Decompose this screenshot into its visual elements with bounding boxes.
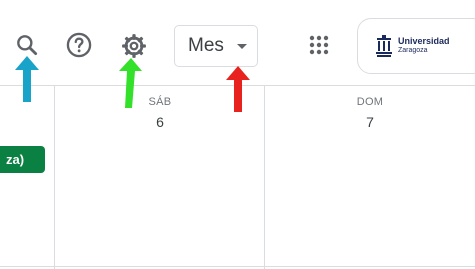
day-column-header[interactable]: DOM 7 [265, 96, 475, 130]
view-switcher-dropdown[interactable]: Mes [174, 25, 258, 67]
brand-subname: Zaragoza [398, 47, 428, 54]
gear-icon [122, 34, 146, 58]
day-number[interactable]: 6 [55, 114, 265, 130]
apps-grid-icon [309, 35, 329, 55]
annotation-arrow-green [119, 58, 142, 108]
google-apps-button[interactable] [304, 30, 334, 60]
calendar-event-chip[interactable]: za) [0, 146, 45, 173]
event-label: za) [6, 152, 25, 167]
brand-name: Universidad [398, 36, 450, 46]
row-divider [0, 266, 475, 267]
university-logo-icon [376, 35, 392, 57]
day-number[interactable]: 7 [265, 114, 475, 130]
view-switcher-label: Mes [188, 35, 224, 56]
chevron-down-icon [237, 44, 247, 49]
search-icon [17, 35, 38, 56]
help-button[interactable] [64, 30, 94, 60]
annotation-arrow-red [226, 66, 250, 112]
day-of-week-label: DOM [356, 96, 384, 108]
annotation-arrow-cyan [15, 56, 39, 102]
organization-account-button[interactable]: Universidad Zaragoza [357, 18, 475, 74]
help-icon [66, 32, 92, 58]
